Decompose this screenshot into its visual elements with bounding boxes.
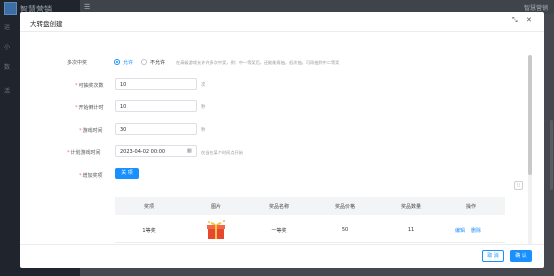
table-header: 奖项 图片 奖品名称 奖品价格 奖品数量 操作 bbox=[115, 197, 505, 215]
dialog-footer: 取 消 确 认 bbox=[20, 244, 544, 268]
col-image: 图片 bbox=[210, 204, 221, 210]
expand-icon[interactable]: ⤡ bbox=[512, 17, 518, 24]
page-scrollbar[interactable] bbox=[550, 120, 553, 190]
add-prize-button[interactable]: 关 项 bbox=[115, 168, 139, 179]
radio-allow-label[interactable]: 允许 bbox=[123, 59, 133, 66]
radio-disallow-label[interactable]: 不允许 bbox=[150, 59, 165, 66]
col-tier: 奖项 bbox=[143, 204, 154, 210]
sidebar-item-1[interactable]: 运 bbox=[4, 22, 10, 31]
app-logo bbox=[4, 2, 17, 15]
cell-tier: 1等奖 bbox=[142, 228, 156, 234]
draw-count-unit: 次 bbox=[201, 83, 206, 88]
sidebar-item-4[interactable]: 活 bbox=[4, 86, 10, 95]
cell-quantity: 11 bbox=[407, 227, 415, 233]
schedule-date-picker[interactable]: 2023-04-02 00:00 ▦ bbox=[115, 145, 197, 157]
dialog-header: 大转盘创建 ⤡ ✕ bbox=[20, 12, 544, 32]
scrollbar-thumb[interactable] bbox=[528, 55, 532, 175]
sidebar-item-3[interactable]: 数 bbox=[4, 62, 10, 71]
close-icon[interactable]: ✕ bbox=[526, 17, 532, 24]
draw-count-input[interactable]: 10 bbox=[115, 78, 197, 90]
dialog-body: 多次中奖 允许 不允许 在高级游戏允许许多次中奖，例：中一等奖后，还能能再抽，低… bbox=[20, 33, 544, 245]
schedule-hint: 仅当在某个时间点开始 bbox=[201, 150, 243, 155]
add-prize-label: *增加奖项 bbox=[79, 173, 103, 179]
col-price: 奖品价格 bbox=[334, 204, 355, 210]
countdown-unit: 秒 bbox=[201, 105, 206, 110]
hamburger-icon[interactable]: ☰ bbox=[84, 3, 90, 11]
edit-link[interactable]: 编辑 bbox=[455, 227, 465, 234]
game-time-label: *游戏时间 bbox=[79, 128, 103, 134]
draw-count-label: *可抽奖次数 bbox=[75, 83, 104, 89]
col-name: 奖品名称 bbox=[268, 204, 289, 210]
game-time-input[interactable]: 30 bbox=[115, 123, 197, 135]
cell-price: 50 bbox=[341, 227, 349, 233]
confirm-button[interactable]: 确 认 bbox=[510, 250, 532, 262]
countdown-input[interactable]: 10 bbox=[115, 100, 197, 112]
table-row: 1等奖 一等奖 50 11 编辑 删除 bbox=[115, 215, 505, 243]
calendar-icon: ▦ bbox=[186, 148, 192, 154]
dialog-title: 大转盘创建 bbox=[30, 20, 63, 28]
multi-win-label: 多次中奖 bbox=[67, 60, 88, 66]
game-time-unit: 秒 bbox=[201, 128, 206, 133]
cancel-button[interactable]: 取 消 bbox=[482, 250, 504, 262]
col-quantity: 奖品数量 bbox=[400, 204, 421, 210]
schedule-label: *计划游戏时间 bbox=[67, 150, 101, 156]
col-actions: 操作 bbox=[465, 204, 476, 210]
gift-box-icon bbox=[207, 220, 225, 239]
countdown-label: *开始倒计时 bbox=[75, 105, 104, 111]
cell-name: 一等奖 bbox=[271, 228, 287, 234]
sidebar-item-2[interactable]: 小 bbox=[4, 42, 10, 51]
delete-link[interactable]: 删除 bbox=[471, 227, 481, 234]
radio-allow[interactable] bbox=[114, 59, 120, 65]
table-settings-icon[interactable]: ⁝⁝ bbox=[514, 181, 523, 190]
user-menu[interactable]: 智慧营销 bbox=[524, 3, 548, 12]
radio-disallow[interactable] bbox=[141, 59, 147, 65]
dialog-scrollbar[interactable] bbox=[528, 55, 532, 245]
multi-win-hint: 在高级游戏允许许多次中奖，例：中一等奖后，还能能再抽，低次抽，可再抽到中二等奖 bbox=[176, 60, 340, 65]
prize-wheel-dialog: 大转盘创建 ⤡ ✕ 多次中奖 允许 不允许 在高级游戏允许许多次中奖，例：中一等… bbox=[20, 12, 544, 268]
